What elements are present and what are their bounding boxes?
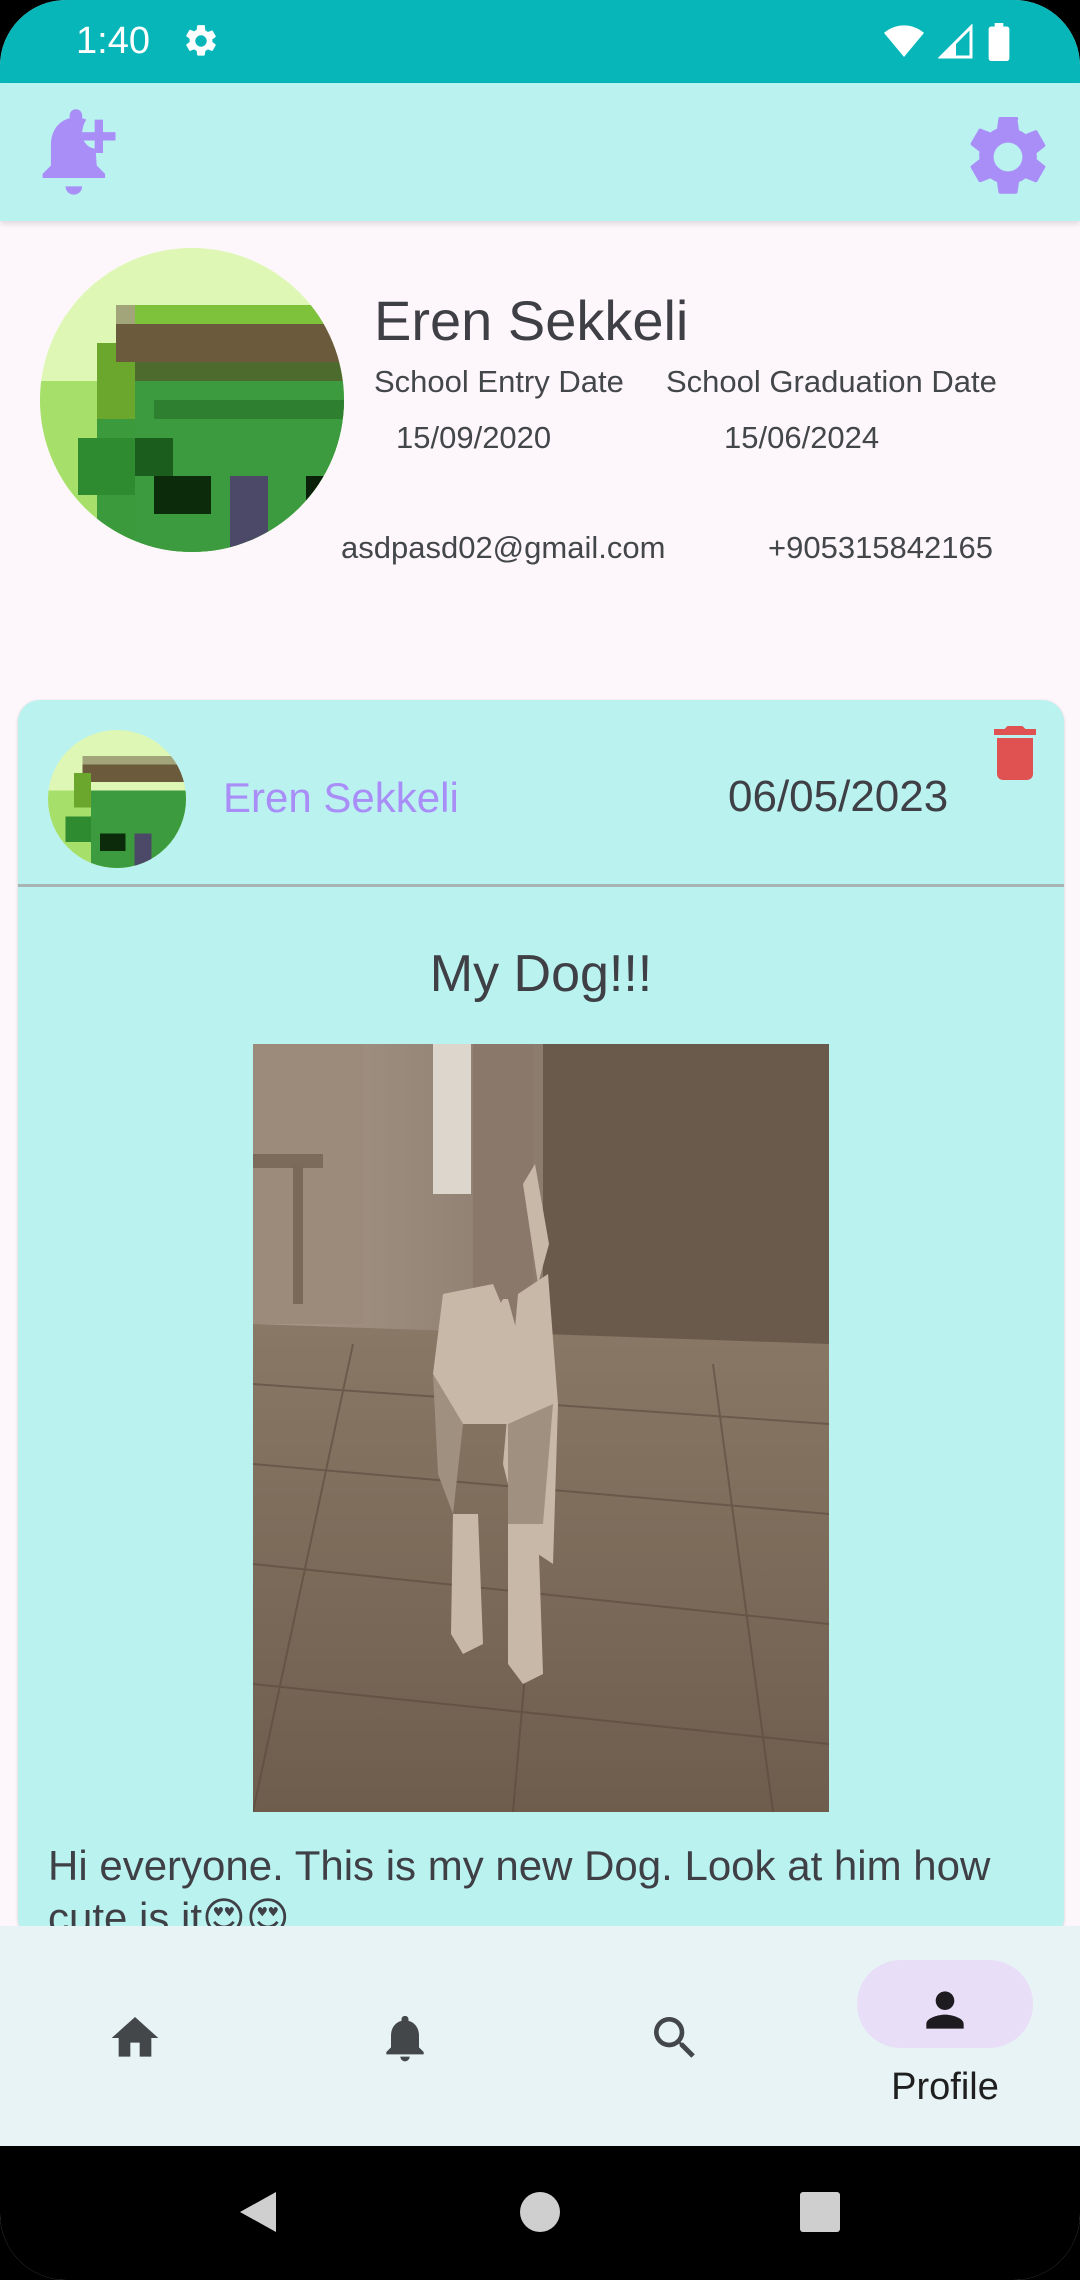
search-icon	[654, 2017, 695, 2058]
nav-home[interactable]	[0, 1926, 270, 2146]
post-body: Hi everyone. This is my new Dog. Look at…	[48, 1842, 991, 1940]
nav-profile[interactable]: Profile	[810, 1926, 1080, 2146]
entry-date-value: 15/09/2020	[396, 420, 552, 455]
home-icon	[111, 2017, 159, 2057]
post-author-avatar[interactable]	[48, 730, 186, 868]
settings-icon	[970, 116, 1046, 194]
post-date: 06/05/2023	[728, 772, 949, 821]
nav-profile-label: Profile	[891, 2066, 999, 2108]
trash-icon	[994, 726, 1036, 780]
status-bar: 1:40	[0, 0, 1080, 83]
entry-date-label: School Entry Date	[374, 364, 624, 399]
post-card[interactable]: Eren Sekkeli 06/05/2023 My Dog!!! Hi eve…	[18, 700, 1064, 1940]
bell-icon	[386, 2015, 424, 2062]
system-navigation-bar	[0, 2146, 1080, 2280]
add-notification-button[interactable]	[26, 101, 130, 205]
settings-icon	[182, 22, 220, 60]
graduation-date-value: 15/06/2024	[724, 420, 880, 455]
nav-search[interactable]	[540, 1926, 810, 2146]
app-screen: 1:40 Eren Sekkeli School Entry Date Scho…	[0, 0, 1080, 2280]
recents-icon[interactable]	[798, 2188, 842, 2236]
home-circle-icon[interactable]	[518, 2188, 562, 2236]
post-header: Eren Sekkeli 06/05/2023	[18, 700, 1064, 887]
post-author-name[interactable]: Eren Sekkeli	[223, 774, 459, 822]
delete-post-button[interactable]	[992, 726, 1038, 780]
nav-notifications[interactable]	[270, 1926, 540, 2146]
top-app-bar	[0, 83, 1080, 221]
graduation-date-label: School Graduation Date	[666, 364, 997, 399]
notification-add-icon	[42, 109, 116, 195]
profile-phone: +905315842165	[768, 530, 993, 565]
bottom-navigation: Profile	[0, 1926, 1080, 2146]
profile-avatar[interactable]	[40, 248, 344, 552]
post-image[interactable]	[253, 1044, 829, 1812]
post-title: My Dog!!!	[429, 945, 653, 1003]
back-icon[interactable]	[236, 2188, 280, 2236]
wifi-icon	[884, 25, 924, 57]
profile-email: asdpasd02@gmail.com	[341, 530, 666, 565]
signal-icon	[938, 24, 973, 59]
person-icon	[926, 1991, 964, 2029]
status-time: 1:40	[76, 20, 150, 62]
settings-button[interactable]	[960, 109, 1056, 205]
profile-name: Eren Sekkeli	[374, 289, 689, 352]
status-icons	[884, 22, 1010, 62]
battery-icon	[988, 23, 1010, 61]
